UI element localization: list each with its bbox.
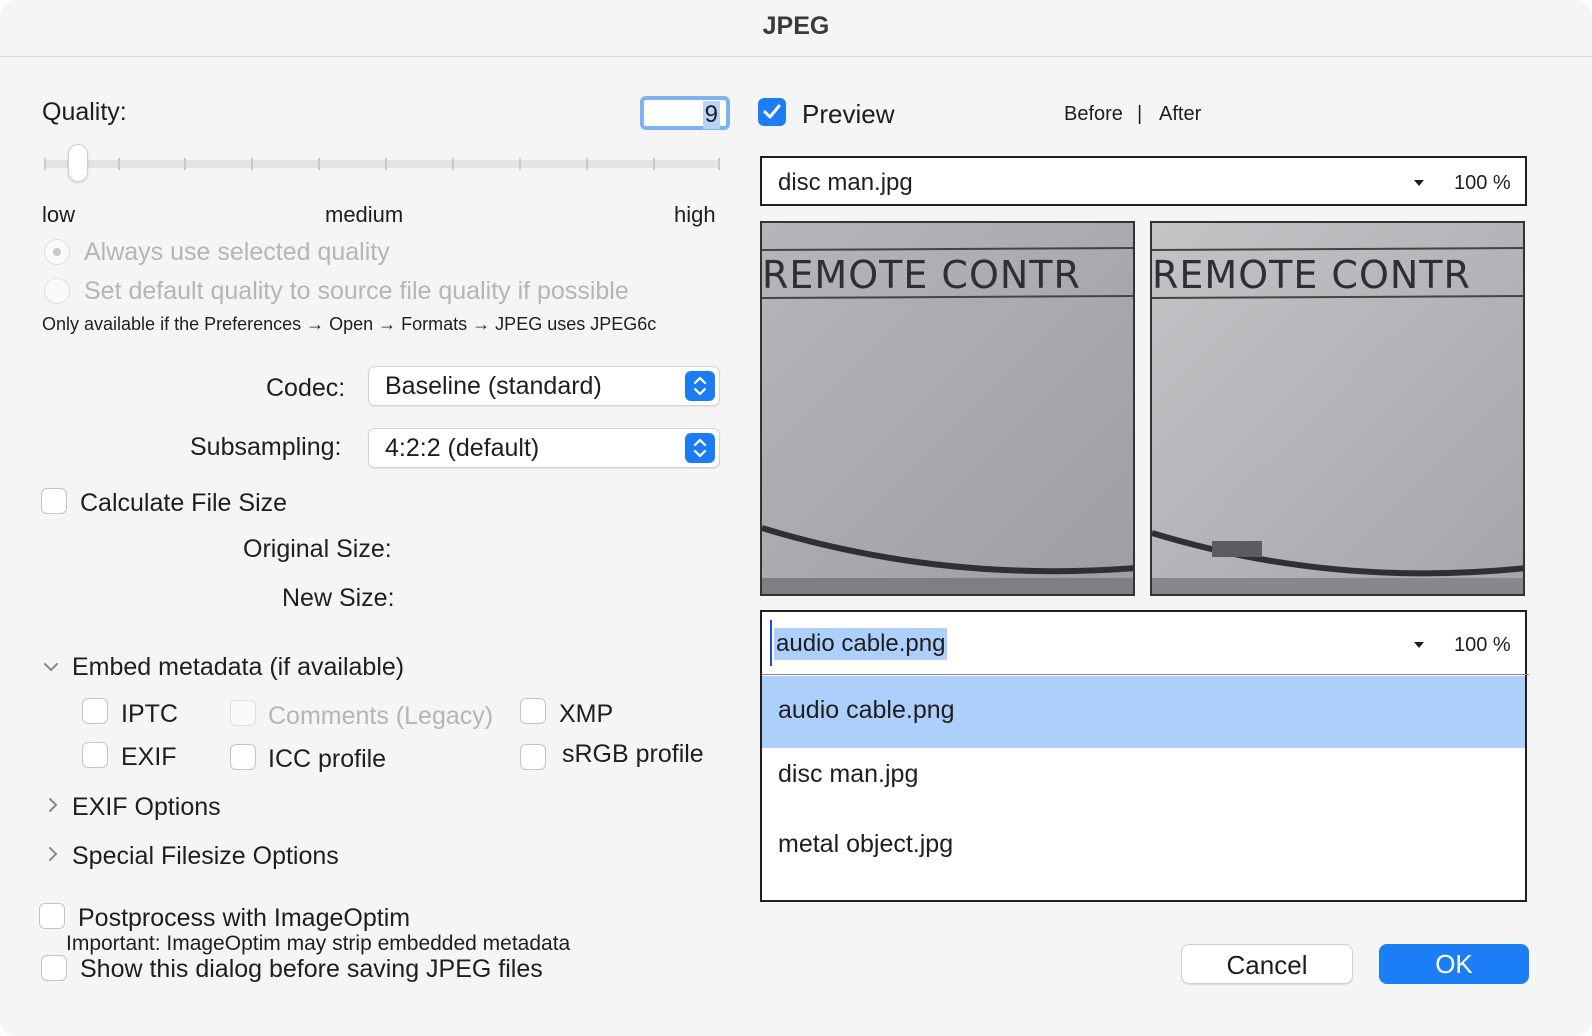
exif-options-header[interactable]: EXIF Options (72, 793, 221, 822)
checkmark-icon (763, 104, 781, 119)
codec-label: Codec: (266, 374, 346, 402)
top-zoom-level: 100 % (1454, 172, 1511, 194)
embed-metadata-header[interactable]: Embed metadata (if available) (72, 653, 404, 682)
new-size-label: New Size: (282, 584, 395, 612)
slider-tick (184, 158, 186, 170)
dropdown-arrow-icon (1414, 180, 1424, 186)
codec-popup[interactable]: Baseline (standard) (368, 366, 720, 406)
xmp-label: XMP (559, 700, 614, 728)
before-preview-image[interactable]: REMOTE CONTR (760, 221, 1135, 596)
after-image-text: REMOTE CONTR (1152, 253, 1471, 297)
slider-tick (251, 158, 253, 170)
srgb-profile-checkbox[interactable] (520, 744, 546, 770)
preview-checkbox[interactable] (758, 98, 786, 126)
calculate-file-size-checkbox[interactable] (41, 488, 67, 514)
bottom-file-input[interactable]: audio cable.png (774, 628, 948, 660)
xmp-checkbox[interactable] (520, 698, 546, 724)
chevron-updown-icon (685, 371, 715, 401)
always-use-quality-label: Always use selected quality (84, 238, 390, 266)
exif-label: EXIF (121, 743, 177, 771)
postprocess-imageoptim-label: Postprocess with ImageOptim (78, 904, 411, 932)
always-use-quality-radio[interactable] (44, 239, 70, 265)
bottom-zoom-level: 100 % (1454, 634, 1511, 656)
show-dialog-label: Show this dialog before saving JPEG file… (80, 955, 543, 983)
text-cursor (770, 620, 772, 666)
quality-value: 9 (702, 101, 720, 129)
slider-tick (44, 158, 46, 170)
before-after-separator: | (1137, 103, 1143, 125)
dropdown-option-label: metal object.jpg (778, 830, 954, 858)
source-quality-label: Set default quality to source file quali… (84, 277, 629, 305)
before-image-text: REMOTE CONTR (762, 253, 1081, 297)
slider-thumb[interactable] (68, 144, 88, 182)
slider-track (44, 160, 720, 168)
dialog-title: JPEG (762, 12, 830, 40)
bottom-file-combobox[interactable]: audio cable.png 100 % audio cable.png di… (760, 610, 1529, 902)
cancel-button[interactable]: Cancel (1181, 944, 1353, 984)
comments-checkbox[interactable] (230, 700, 256, 726)
radio-dot (53, 248, 61, 256)
exif-checkbox[interactable] (82, 742, 108, 768)
slider-low-label: low (42, 202, 76, 227)
dropdown-arrow-icon[interactable] (1412, 640, 1426, 650)
top-file-selector[interactable]: disc man.jpg 100 % (760, 156, 1527, 206)
icc-profile-label: ICC profile (268, 745, 387, 773)
subsampling-value: 4:2:2 (default) (385, 434, 540, 462)
ok-button[interactable]: OK (1379, 944, 1529, 984)
title-bar: JPEG (0, 0, 1592, 57)
source-quality-radio[interactable] (44, 278, 70, 304)
disclosure-closed-icon[interactable] (46, 845, 60, 863)
disclosure-closed-icon[interactable] (46, 796, 60, 814)
original-size-label: Original Size: (243, 535, 392, 563)
slider-tick (385, 158, 387, 170)
top-file-name: disc man.jpg (778, 169, 913, 196)
calculate-file-size-label: Calculate File Size (80, 489, 288, 517)
dropdown-option-selected[interactable]: audio cable.png (762, 676, 1525, 748)
iptc-checkbox[interactable] (82, 698, 108, 724)
dropdown-option-label: audio cable.png (778, 696, 955, 724)
after-preview-image[interactable]: REMOTE CONTR (1150, 221, 1525, 596)
srgb-profile-label: sRGB profile (562, 740, 704, 768)
before-toggle[interactable]: Before (1064, 103, 1123, 126)
slider-tick (718, 158, 720, 170)
imageoptim-note: Important: ImageOptim may strip embedded… (66, 932, 571, 955)
preview-label: Preview (802, 99, 895, 129)
slider-tick (118, 158, 120, 170)
postprocess-imageoptim-checkbox[interactable] (39, 903, 65, 929)
quality-value-field[interactable]: 9 (640, 96, 730, 130)
chevron-updown-icon (685, 433, 715, 463)
iptc-label: IPTC (121, 700, 178, 728)
slider-tick (519, 158, 521, 170)
after-toggle[interactable]: After (1159, 103, 1201, 126)
quality-note: Only available if the Preferences → Open… (42, 314, 657, 334)
subsampling-popup[interactable]: 4:2:2 (default) (368, 428, 720, 468)
subsampling-label: Subsampling: (190, 433, 342, 461)
slider-tick (653, 158, 655, 170)
dropdown-option[interactable]: disc man.jpg (762, 740, 1527, 812)
icc-profile-checkbox[interactable] (230, 744, 256, 770)
dropdown-divider (762, 674, 1529, 675)
slider-high-label: high (674, 202, 716, 227)
comments-label: Comments (Legacy) (268, 702, 494, 730)
show-dialog-checkbox[interactable] (41, 955, 67, 981)
codec-value: Baseline (standard) (385, 372, 602, 400)
jpeg-options-dialog: JPEG Quality: 9 low medium high Always u… (0, 0, 1592, 1036)
quality-label: Quality: (42, 98, 127, 126)
slider-tick (318, 158, 320, 170)
dropdown-option-label: disc man.jpg (778, 760, 919, 788)
disclosure-open-icon[interactable] (42, 660, 60, 674)
special-filesize-header[interactable]: Special Filesize Options (72, 842, 339, 871)
slider-medium-label: medium (325, 202, 404, 227)
slider-tick (452, 158, 454, 170)
dropdown-option[interactable]: metal object.jpg (762, 810, 1527, 882)
slider-tick (586, 158, 588, 170)
